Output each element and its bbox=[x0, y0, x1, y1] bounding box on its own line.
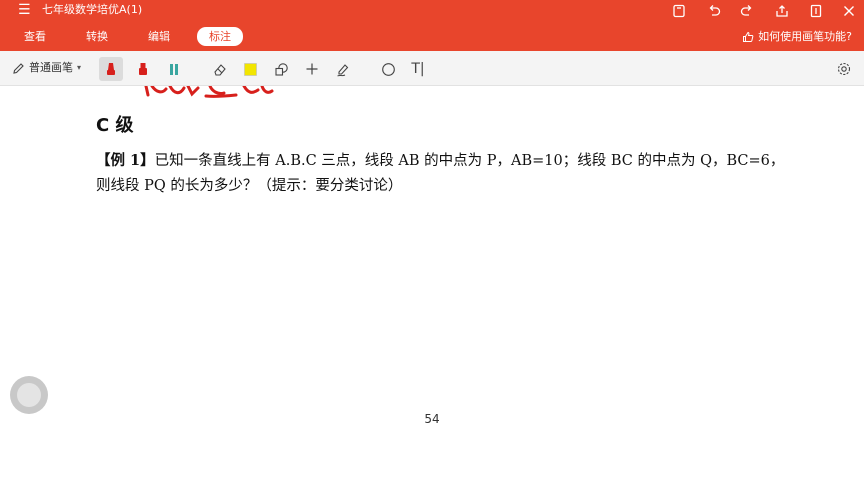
page-icon[interactable] bbox=[807, 2, 825, 20]
page-number: 54 bbox=[424, 412, 440, 426]
tab-convert[interactable]: 转换 bbox=[86, 28, 108, 45]
pen-help-link[interactable]: 如何使用画笔功能? bbox=[742, 28, 852, 45]
pencil-icon bbox=[13, 62, 24, 74]
pen-type-select[interactable]: 普通画笔 ▾ bbox=[12, 60, 81, 76]
handwriting-annotation bbox=[144, 86, 274, 98]
annotation-toolbar: 普通画笔 ▾ T| bbox=[0, 51, 864, 86]
pen-red-icon[interactable] bbox=[99, 57, 123, 81]
undo-icon[interactable] bbox=[705, 2, 723, 20]
marker-red-icon[interactable] bbox=[131, 57, 155, 81]
tab-view[interactable]: 查看 bbox=[24, 28, 46, 45]
circle-icon[interactable] bbox=[376, 57, 400, 81]
title-bar: ☰ 七年级数学培优A(1) bbox=[0, 0, 864, 22]
redo-icon[interactable] bbox=[738, 2, 756, 20]
floating-assistive-button[interactable] bbox=[10, 376, 48, 414]
help-text: 如何使用画笔功能? bbox=[758, 30, 852, 43]
menu-icon[interactable]: ☰ bbox=[18, 3, 31, 17]
document-page[interactable] bbox=[0, 86, 864, 486]
settings-icon[interactable] bbox=[832, 57, 856, 81]
plus-icon[interactable] bbox=[300, 57, 324, 81]
thumb-icon bbox=[743, 31, 754, 42]
menu-bar: 查看 转换 编辑 标注 如何使用画笔功能? bbox=[0, 22, 864, 51]
example-problem: 【例 1】已知一条直线上有 A.B.C 三点，线段 AB 的中点为 P，AB=1… bbox=[96, 148, 786, 199]
tab-annotate[interactable]: 标注 bbox=[197, 27, 243, 46]
tab-edit[interactable]: 编辑 bbox=[148, 28, 170, 45]
document-title: 七年级数学培优A(1) bbox=[42, 3, 143, 16]
highlighter-teal-icon[interactable] bbox=[162, 57, 186, 81]
share-icon[interactable] bbox=[773, 2, 791, 20]
problem-label: 【例 1】 bbox=[96, 152, 155, 169]
color-swatch-icon[interactable] bbox=[238, 57, 262, 81]
shape-icon[interactable] bbox=[269, 57, 293, 81]
save-icon[interactable] bbox=[670, 2, 688, 20]
section-heading: C 级 bbox=[96, 115, 134, 136]
floating-button-inner bbox=[17, 383, 41, 407]
eraser-icon[interactable] bbox=[208, 57, 232, 81]
dropdown-arrow-icon: ▾ bbox=[77, 63, 82, 72]
sign-pen-icon[interactable] bbox=[331, 57, 355, 81]
text-tool-icon[interactable]: T| bbox=[406, 57, 430, 81]
problem-text: 已知一条直线上有 A.B.C 三点，线段 AB 的中点为 P，AB=10；线段 … bbox=[96, 153, 785, 194]
pen-type-label: 普通画笔 bbox=[29, 61, 73, 74]
close-icon[interactable] bbox=[840, 2, 858, 20]
